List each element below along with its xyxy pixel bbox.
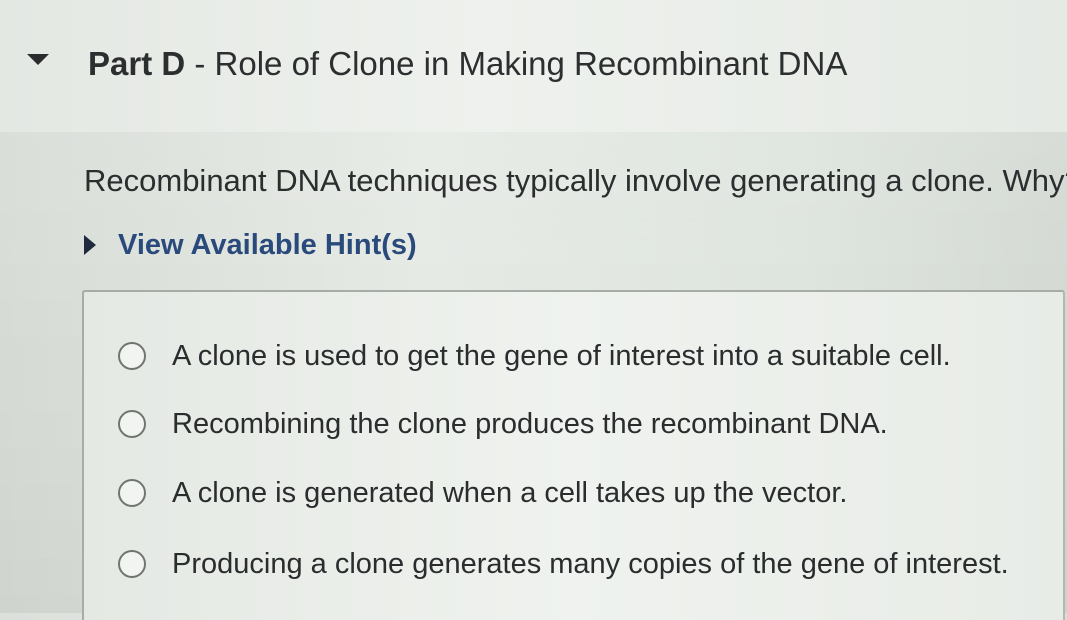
collapse-triangle-icon[interactable] xyxy=(27,54,49,65)
radio-button-icon[interactable] xyxy=(118,342,146,370)
part-title[interactable]: Part D - Role of Clone in Making Recombi… xyxy=(88,40,847,88)
view-hints-link[interactable]: View Available Hint(s) xyxy=(118,223,417,267)
answer-option-label[interactable]: Producing a clone generates many copies … xyxy=(172,543,1009,585)
answer-option-label[interactable]: A clone is generated when a cell takes u… xyxy=(172,472,847,514)
answer-option-label[interactable]: Recombining the clone produces the recom… xyxy=(172,403,888,445)
part-title-text: Role of Clone in Making Recombinant DNA xyxy=(214,45,848,82)
answer-option-label[interactable]: A clone is used to get the gene of inter… xyxy=(172,335,951,377)
radio-button-icon[interactable] xyxy=(118,550,146,578)
question-text: Recombinant DNA techniques typically inv… xyxy=(84,163,1067,198)
radio-button-icon[interactable] xyxy=(118,410,146,438)
part-prefix: Part D xyxy=(88,45,186,82)
part-separator: - xyxy=(185,45,215,82)
radio-button-icon[interactable] xyxy=(118,479,146,507)
expand-triangle-icon xyxy=(84,235,96,255)
